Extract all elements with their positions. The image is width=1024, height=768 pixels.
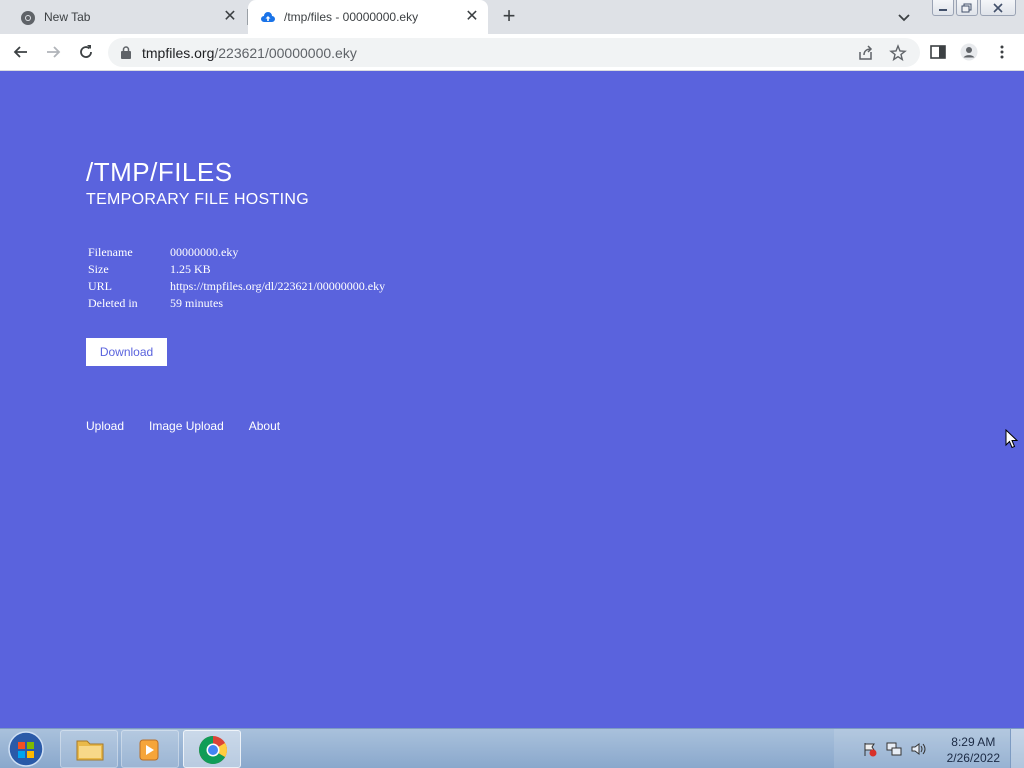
bookmark-star-icon[interactable] xyxy=(889,44,907,62)
tab-close-icon[interactable]: ✕ xyxy=(222,9,238,25)
file-info-value: 1.25 KB xyxy=(170,262,211,276)
taskbar: 8:29 AM 2/26/2022 xyxy=(0,728,1024,768)
action-center-flag-icon[interactable] xyxy=(862,741,878,757)
show-desktop-button[interactable] xyxy=(1010,729,1024,768)
chrome-icon xyxy=(199,736,227,764)
file-info-row-filename: Filename 00000000.eky xyxy=(88,245,385,262)
restore-icon xyxy=(961,3,972,12)
new-tab-button[interactable]: + xyxy=(498,5,520,28)
tab-close-icon[interactable]: ✕ xyxy=(464,9,480,25)
file-info-row-size: Size 1.25 KB xyxy=(88,262,385,279)
volume-icon[interactable] xyxy=(910,741,928,757)
close-icon xyxy=(993,2,1003,13)
page-subtitle: TEMPORARY FILE HOSTING xyxy=(86,191,309,208)
about-link[interactable]: About xyxy=(249,419,280,433)
clock-date: 2/26/2022 xyxy=(946,751,1000,765)
tab-title: New Tab xyxy=(44,10,91,24)
taskbar-explorer[interactable] xyxy=(60,730,118,768)
address-bar[interactable]: tmpfiles.org/223621/00000000.eky xyxy=(108,38,920,67)
start-button-windows-icon[interactable] xyxy=(6,730,46,768)
page-content: /TMP/FILES TEMPORARY FILE HOSTING Filena… xyxy=(0,71,1024,728)
url-text: tmpfiles.org/223621/00000000.eky xyxy=(142,45,357,61)
window-controls xyxy=(932,0,1016,16)
file-info-label: Deleted in xyxy=(88,296,138,310)
close-window-button[interactable] xyxy=(980,0,1016,16)
browser-toolbar: tmpfiles.org/223621/00000000.eky xyxy=(0,34,1024,71)
file-info-row-url: URL https://tmpfiles.org/dl/223621/00000… xyxy=(88,279,385,296)
file-info-row-deleted-in: Deleted in 59 minutes xyxy=(88,296,385,313)
forward-arrow-icon[interactable] xyxy=(44,43,62,61)
file-info-label: Size xyxy=(88,262,109,276)
file-info-table: Filename 00000000.eky Size 1.25 KB URL h… xyxy=(88,245,385,313)
file-url-value: https://tmpfiles.org/dl/223621/00000000.… xyxy=(170,279,386,293)
profile-avatar-icon[interactable] xyxy=(960,43,978,61)
side-panel-icon[interactable] xyxy=(929,43,947,61)
cloud-upload-icon xyxy=(261,12,275,22)
taskbar-chrome[interactable] xyxy=(183,730,241,768)
system-tray: 8:29 AM 2/26/2022 xyxy=(834,729,1024,768)
chrome-icon xyxy=(21,11,35,25)
tab-strip: New Tab ✕ /tmp/files - 00000000.eky ✕ + xyxy=(0,0,1024,34)
minimize-button[interactable] xyxy=(932,0,954,16)
network-icon[interactable] xyxy=(886,741,902,757)
media-player-icon xyxy=(139,739,159,761)
url-domain: tmpfiles.org xyxy=(142,45,215,61)
taskbar-clock[interactable]: 8:29 AM 2/26/2022 xyxy=(947,734,1000,766)
restore-button[interactable] xyxy=(956,0,978,16)
more-vert-icon[interactable] xyxy=(993,43,1011,61)
file-info-value: 00000000.eky xyxy=(170,245,239,259)
upload-link[interactable]: Upload xyxy=(86,419,124,433)
tab-tmpfiles[interactable]: /tmp/files - 00000000.eky ✕ xyxy=(248,0,488,34)
file-info-label: Filename xyxy=(88,245,133,259)
back-arrow-icon[interactable] xyxy=(12,43,30,61)
chevron-down-icon[interactable] xyxy=(896,9,912,25)
lock-icon[interactable] xyxy=(120,46,132,59)
page-title: /TMP/FILES xyxy=(86,157,233,187)
reload-icon[interactable] xyxy=(77,43,95,61)
clock-time: 8:29 AM xyxy=(951,735,996,749)
file-info-label: URL xyxy=(88,279,112,293)
share-icon[interactable] xyxy=(857,44,875,62)
tab-new-tab[interactable]: New Tab ✕ xyxy=(0,0,246,34)
footer-nav: Upload Image Upload About xyxy=(86,419,305,433)
folder-icon xyxy=(76,740,104,761)
image-upload-link[interactable]: Image Upload xyxy=(149,419,224,433)
mouse-cursor-icon xyxy=(1005,429,1019,449)
url-path: /223621/00000000.eky xyxy=(214,45,357,61)
tab-title: /tmp/files - 00000000.eky xyxy=(284,10,419,24)
taskbar-media-player[interactable] xyxy=(121,730,179,768)
download-button[interactable]: Download xyxy=(86,338,167,366)
minimize-icon xyxy=(939,8,947,11)
file-info-value: 59 minutes xyxy=(170,296,223,310)
